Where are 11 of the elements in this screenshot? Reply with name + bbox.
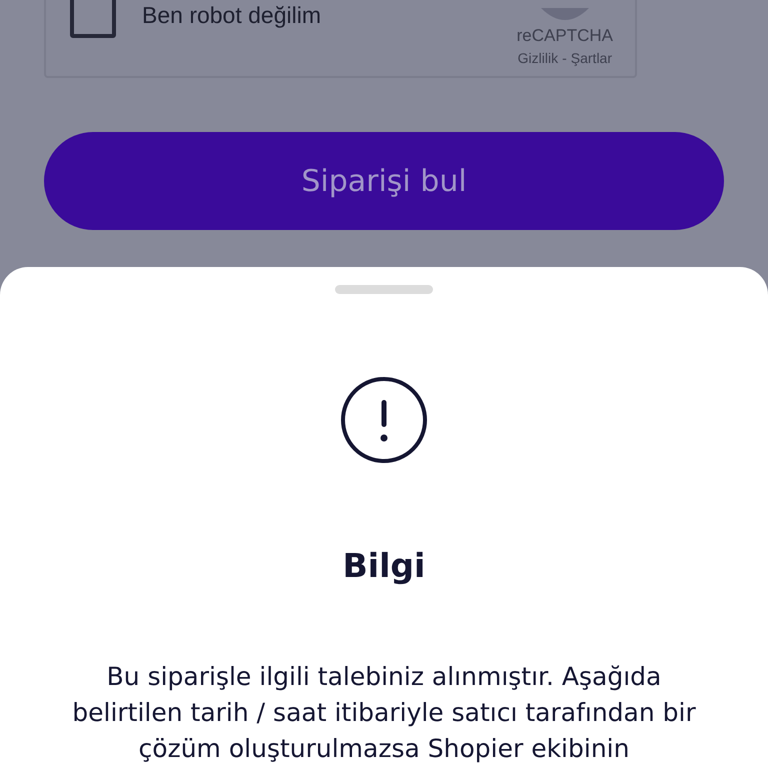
alert-icon — [340, 376, 428, 464]
privacy-link[interactable]: Gizlilik — [518, 50, 558, 66]
checkbox-label: Ben robot değilim — [142, 2, 321, 28]
drag-handle[interactable] — [335, 285, 433, 294]
find-order-button[interactable]: Siparişi bul — [44, 132, 724, 230]
terms-link[interactable]: Şartlar — [570, 50, 612, 66]
link-separator: - — [562, 50, 567, 66]
sheet-title: Bilgi — [342, 546, 426, 585]
checkbox[interactable] — [70, 0, 116, 38]
info-message: Bu siparişle ilgili talebiniz alınmıştır. Aşağıda belirtilen tarih / saat itibariyle satıcı tarafından bir çözüm oluşturulmazsa Shopier ekibinin — [71, 661, 697, 765]
recaptcha-brand: reCAPTCHA — [516, 26, 613, 46]
